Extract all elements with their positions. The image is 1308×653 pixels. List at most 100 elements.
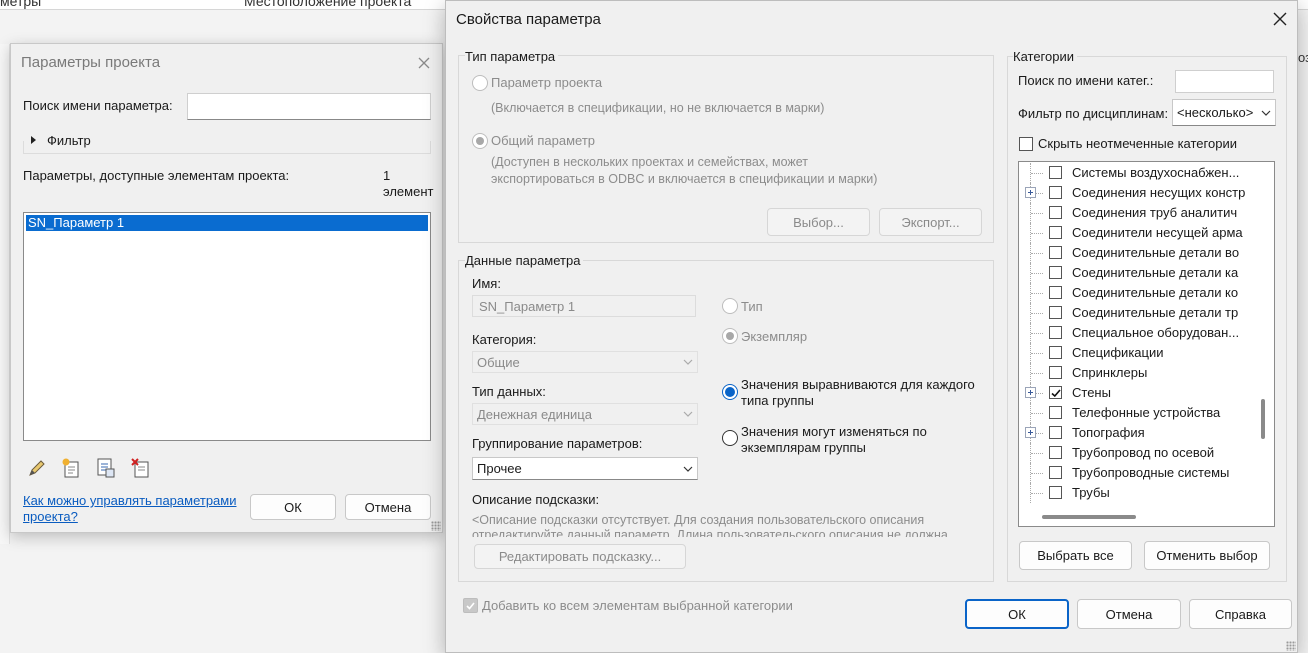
shared-parameter-radio[interactable]	[472, 133, 488, 149]
values-aligned-radio[interactable]	[722, 384, 738, 400]
tree-connector	[1031, 373, 1043, 374]
tree-connector	[1031, 453, 1043, 454]
select-button[interactable]: Выбор...	[767, 208, 870, 236]
category-checkbox[interactable]	[1049, 246, 1062, 259]
filter-toggle[interactable]: Фильтр	[47, 133, 91, 148]
help-button[interactable]: Справка	[1189, 599, 1292, 629]
parameter-list[interactable]: SN_Параметр 1	[23, 212, 431, 441]
new-parameter-icon[interactable]	[59, 456, 83, 480]
export-button[interactable]: Экспорт...	[879, 208, 982, 236]
ok-button[interactable]: ОК	[965, 599, 1069, 629]
instance-radio[interactable]	[722, 328, 738, 344]
tree-item[interactable]: Соединительные детали тр	[1019, 303, 1259, 323]
category-select[interactable]: Общие	[472, 351, 698, 373]
resize-grip[interactable]	[1286, 641, 1296, 651]
data-type-label: Тип данных:	[472, 384, 546, 399]
cancel-button[interactable]: Отмена	[1077, 599, 1181, 629]
resize-grip[interactable]	[431, 521, 441, 531]
tree-item[interactable]: Соединения труб аналитич	[1019, 203, 1259, 223]
tree-connector	[1031, 233, 1043, 234]
tree-connector	[1031, 473, 1043, 474]
tree-item[interactable]: Соединители несущей арма	[1019, 223, 1259, 243]
category-checkbox[interactable]	[1049, 186, 1062, 199]
category-checkbox[interactable]	[1049, 386, 1062, 399]
name-field[interactable]: SN_Параметр 1	[472, 295, 696, 317]
tree-item-label: Спецификации	[1072, 345, 1164, 360]
cancel-button[interactable]: Отмена	[345, 494, 431, 520]
list-item[interactable]: SN_Параметр 1	[26, 215, 428, 231]
tree-item[interactable]: Трубопровод по осевой	[1019, 443, 1259, 463]
checkmark-icon	[466, 602, 475, 610]
tree-connector	[1031, 493, 1043, 494]
tree-item[interactable]: Системы воздухоснабжен...	[1019, 163, 1259, 183]
category-checkbox[interactable]	[1049, 406, 1062, 419]
tree-item[interactable]: Телефонные устройства	[1019, 403, 1259, 423]
discipline-filter-select[interactable]: <несколько>	[1172, 99, 1276, 126]
values-vary-radio[interactable]	[722, 430, 738, 446]
project-parameter-radio[interactable]	[472, 75, 488, 91]
expand-plus-icon[interactable]	[1025, 187, 1036, 198]
tree-item[interactable]: Спецификации	[1019, 343, 1259, 363]
expand-arrow-icon[interactable]	[31, 136, 36, 144]
category-checkbox[interactable]	[1049, 446, 1062, 459]
category-checkbox[interactable]	[1049, 226, 1062, 239]
expand-plus-icon[interactable]	[1025, 427, 1036, 438]
tree-item[interactable]: Трубопроводные системы	[1019, 463, 1259, 483]
discipline-filter-label: Фильтр по дисциплинам:	[1018, 106, 1169, 121]
delete-icon[interactable]	[129, 456, 153, 480]
tree-item[interactable]: Соединительные детали ка	[1019, 263, 1259, 283]
tree-connector	[1031, 173, 1043, 174]
close-icon[interactable]	[413, 52, 435, 74]
ok-button[interactable]: ОК	[250, 494, 336, 520]
select-value: <несколько>	[1177, 105, 1254, 120]
tree-item-label: Соединительные детали ко	[1072, 285, 1239, 300]
parameter-search-input[interactable]	[187, 93, 431, 120]
grouping-select[interactable]: Прочее	[472, 457, 698, 480]
category-checkbox[interactable]	[1049, 366, 1062, 379]
category-checkbox[interactable]	[1049, 266, 1062, 279]
tree-item[interactable]: Соединительные детали во	[1019, 243, 1259, 263]
expand-plus-icon[interactable]	[1025, 387, 1036, 398]
category-tree[interactable]: Системы воздухоснабжен... Соединения несу…	[1018, 161, 1275, 527]
category-checkbox[interactable]	[1049, 326, 1062, 339]
category-checkbox[interactable]	[1049, 166, 1062, 179]
hide-unchecked-checkbox[interactable]	[1019, 137, 1033, 151]
tree-item[interactable]: Соединительные детали ко	[1019, 283, 1259, 303]
category-checkbox[interactable]	[1049, 306, 1062, 319]
dialog-title: Параметры проекта	[21, 54, 161, 71]
type-radio[interactable]	[722, 298, 738, 314]
tree-item[interactable]: Трубы	[1019, 483, 1259, 503]
tree-item[interactable]: Топография	[1019, 423, 1259, 443]
select-all-button[interactable]: Выбрать все	[1019, 541, 1132, 570]
data-type-select[interactable]: Денежная единица	[472, 403, 698, 425]
edit-icon[interactable]	[25, 456, 49, 480]
tree-item-label: Стены	[1072, 385, 1111, 400]
category-checkbox[interactable]	[1049, 466, 1062, 479]
tree-item[interactable]: Спринклеры	[1019, 363, 1259, 383]
horizontal-scrollbar[interactable]	[1042, 515, 1136, 519]
category-checkbox[interactable]	[1049, 206, 1062, 219]
category-checkbox[interactable]	[1049, 486, 1062, 499]
checkmark-icon	[1051, 389, 1061, 398]
deselect-all-button[interactable]: Отменить выбор	[1144, 541, 1270, 570]
category-checkbox[interactable]	[1049, 286, 1062, 299]
available-parameters-label: Параметры, доступные элементам проекта:	[23, 168, 290, 183]
tree-item[interactable]: Специальное оборудован...	[1019, 323, 1259, 343]
tree-item-label: Трубы	[1072, 485, 1110, 500]
bg-column-header-2: Местоположение проекта	[244, 0, 412, 9]
category-search-input[interactable]	[1175, 70, 1274, 93]
group-label: Категории	[1013, 49, 1077, 64]
chevron-down-icon	[683, 411, 693, 417]
tree-item-label: Трубопроводные системы	[1072, 465, 1230, 480]
add-to-all-checkbox[interactable]	[463, 598, 478, 613]
vertical-scrollbar[interactable]	[1261, 399, 1265, 439]
tree-item[interactable]: Стены	[1019, 383, 1259, 403]
tree-item[interactable]: Соединения несущих констр	[1019, 183, 1259, 203]
help-link[interactable]: Как можно управлять параметрами проекта?	[23, 493, 243, 525]
tree-connector	[1031, 413, 1043, 414]
category-checkbox[interactable]	[1049, 426, 1062, 439]
category-checkbox[interactable]	[1049, 346, 1062, 359]
edit-tooltip-button[interactable]: Редактировать подсказку...	[474, 544, 686, 569]
close-icon[interactable]	[1269, 8, 1291, 30]
properties-icon[interactable]	[94, 456, 118, 480]
